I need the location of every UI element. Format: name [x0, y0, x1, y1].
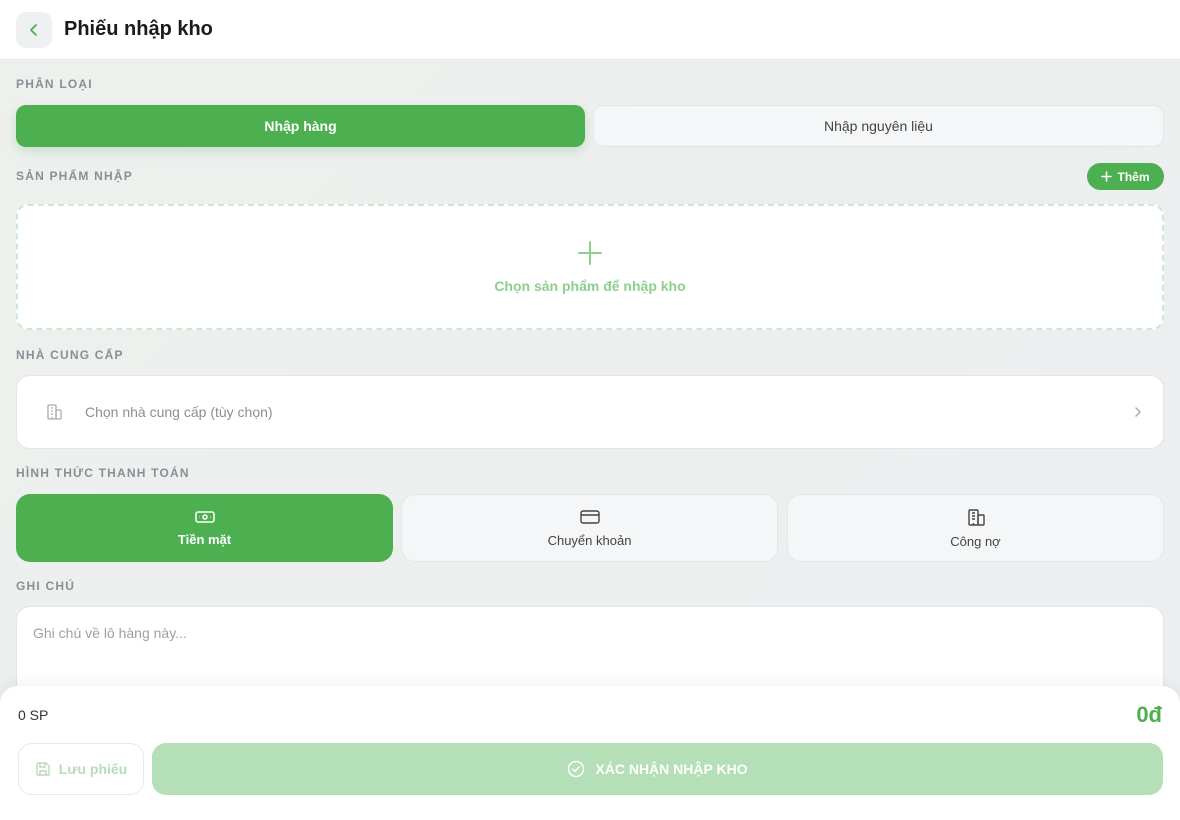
supplier-select[interactable]: Chọn nhà cung cấp (tùy chọn)	[16, 375, 1164, 449]
page-title: Phiếu nhập kho	[64, 18, 213, 40]
confirm-import-label: XÁC NHẬN NHẬP KHO	[595, 761, 748, 777]
payment-label: HÌNH THỨC THANH TOÁN	[16, 466, 190, 480]
cash-icon	[194, 510, 215, 523]
footer-bar: 0 SP 0đ Lưu phiếu XÁC NHẬN NHẬP KHO	[0, 686, 1180, 820]
dropzone-text: Chọn sản phẩm để nhập kho	[494, 278, 686, 294]
tab-nhap-hang[interactable]: Nhập hàng	[16, 105, 585, 147]
tab-nhap-nguyen-lieu[interactable]: Nhập nguyên liệu	[593, 105, 1164, 147]
plus-icon	[1101, 171, 1113, 182]
check-circle-icon	[568, 760, 585, 778]
total-amount: 0đ	[1136, 702, 1162, 727]
payment-debt-label: Công nợ	[950, 533, 1001, 549]
chevron-right-icon	[1135, 407, 1142, 417]
save-draft-label: Lưu phiếu	[58, 761, 128, 777]
payment-transfer[interactable]: Chuyển khoản	[401, 494, 778, 562]
supplier-label: NHÀ CUNG CẤP	[16, 348, 124, 362]
save-draft-button[interactable]: Lưu phiếu	[18, 743, 144, 795]
credit-card-icon	[579, 509, 600, 524]
item-count: 0 SP	[18, 707, 49, 723]
add-product-button[interactable]: Thêm	[1087, 163, 1164, 190]
supplier-placeholder: Chọn nhà cung cấp (tùy chọn)	[85, 404, 273, 420]
payment-cash-label: Tiền mặt	[177, 531, 232, 547]
chevron-left-icon	[30, 23, 37, 36]
building-icon	[967, 508, 985, 526]
notes-label: GHI CHÚ	[16, 579, 76, 593]
payment-transfer-label: Chuyển khoản	[547, 532, 632, 548]
back-button[interactable]	[16, 11, 52, 48]
products-label: SẢN PHẨM NHẬP	[16, 169, 133, 183]
payment-cash[interactable]: Tiền mặt	[16, 494, 393, 562]
building-icon	[47, 404, 62, 420]
product-dropzone[interactable]: Chọn sản phẩm để nhập kho	[16, 204, 1164, 330]
save-icon	[36, 762, 50, 776]
add-product-label: Thêm	[1117, 169, 1150, 184]
header: Phiếu nhập kho	[0, 0, 1180, 60]
category-label: PHÂN LOẠI	[16, 77, 93, 91]
confirm-import-button[interactable]: XÁC NHẬN NHẬP KHO	[152, 743, 1163, 795]
payment-debt[interactable]: Công nợ	[787, 494, 1164, 562]
plus-icon	[578, 241, 602, 265]
